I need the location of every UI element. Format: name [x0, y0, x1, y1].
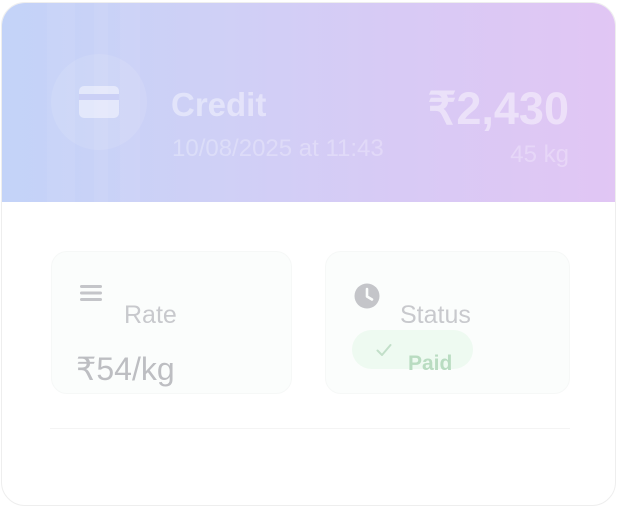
transaction-datetime: 10/08/2025 at 11:43 [172, 135, 384, 162]
status-value: Paid [408, 352, 453, 375]
transaction-card[interactable]: Credit 10/08/2025 at 11:43 ₹2,430 45 kg … [1, 2, 616, 506]
transaction-amount: ₹2,430 [427, 83, 569, 134]
status-info-box: Status Paid [325, 251, 570, 394]
status-badge: Paid [352, 330, 473, 375]
transaction-type-avatar [51, 54, 147, 150]
clock-icon [354, 283, 380, 309]
rate-label: Rate [124, 301, 177, 329]
rate-info-box: Rate ₹54/kg [51, 251, 292, 394]
check-icon [376, 344, 392, 356]
card-divider [50, 428, 570, 429]
transaction-type-title: Credit [171, 86, 267, 123]
menu-lines-icon [80, 285, 102, 301]
credit-card-icon [79, 86, 119, 118]
rate-value: ₹54/kg [76, 351, 175, 387]
transaction-weight: 45 kg [510, 141, 569, 168]
transaction-header: Credit 10/08/2025 at 11:43 ₹2,430 45 kg [2, 3, 615, 202]
status-label: Status [400, 301, 471, 329]
